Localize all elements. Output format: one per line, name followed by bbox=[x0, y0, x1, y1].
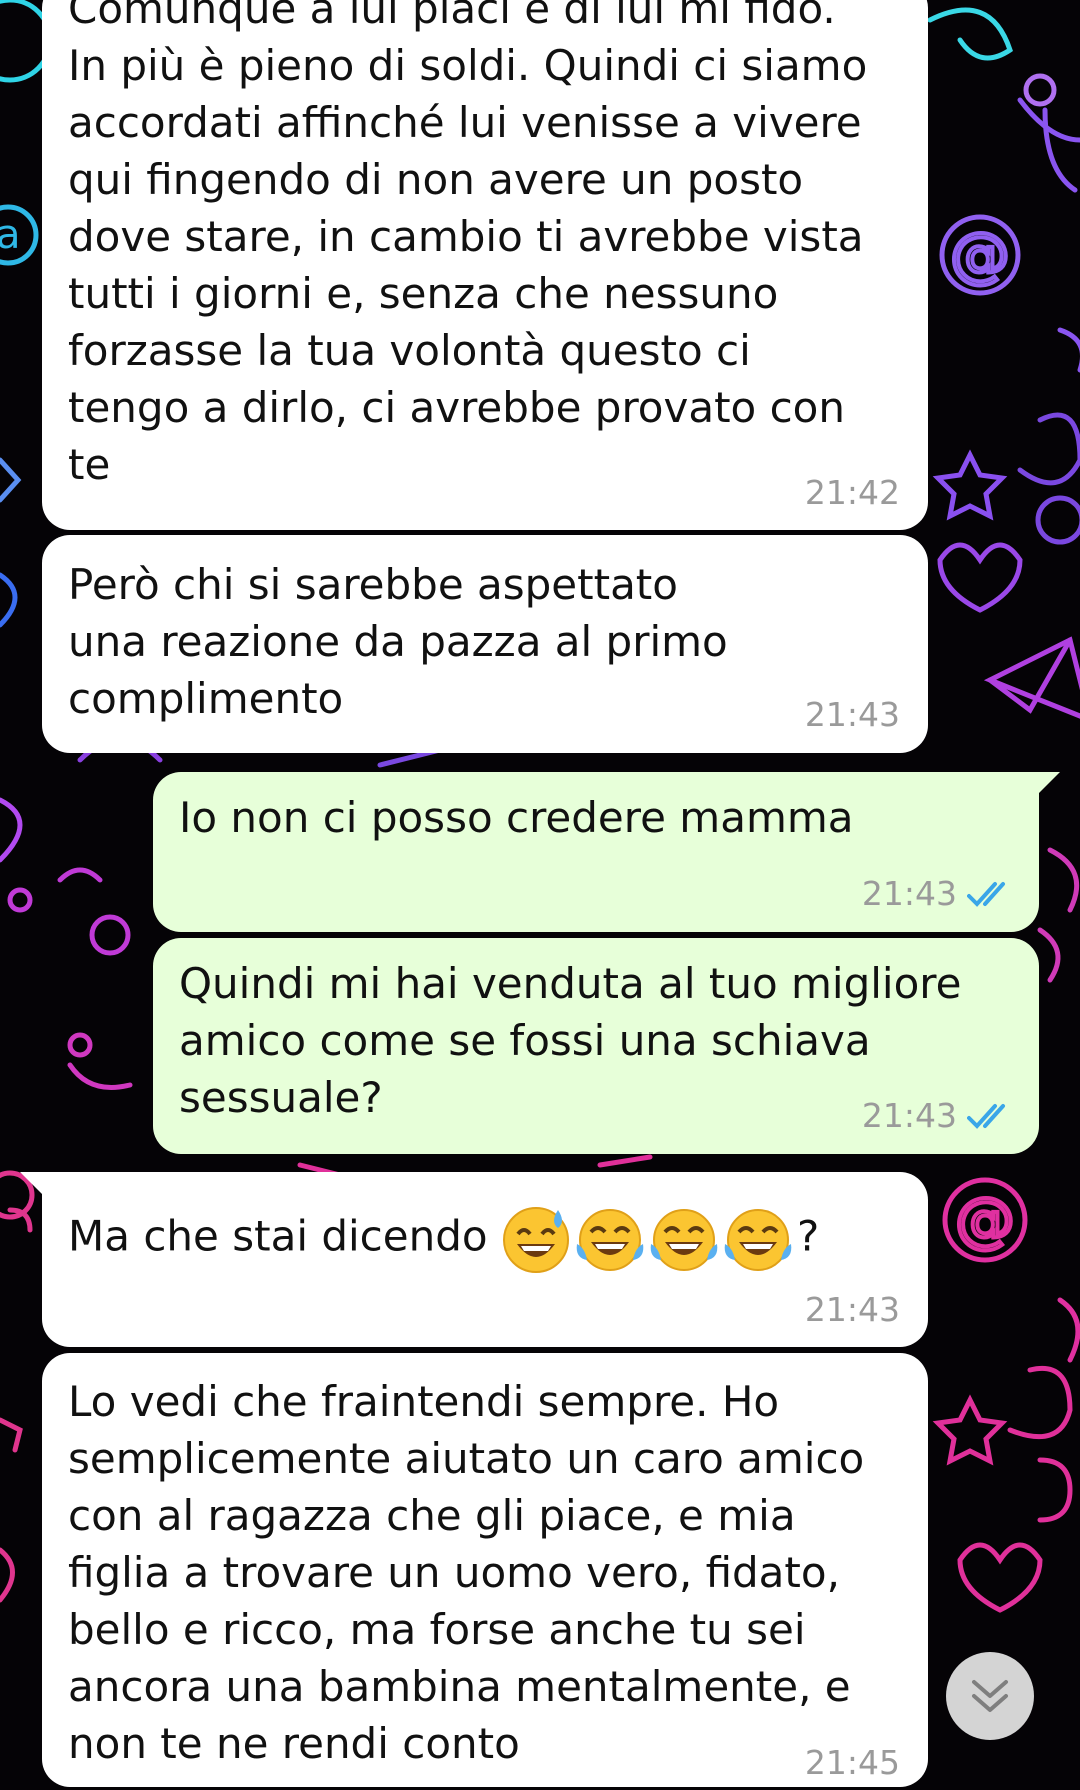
message-timestamp: 21:43 bbox=[804, 695, 900, 734]
message-timestamp: 21:45 bbox=[804, 1743, 900, 1782]
double-check-icon bbox=[967, 882, 1005, 907]
message-timestamp: 21:42 bbox=[804, 473, 900, 512]
message-text: Ma che stai dicendo bbox=[68, 1211, 488, 1261]
tears-of-joy-emoji bbox=[576, 1209, 644, 1271]
message-text: Però chi si sarebbe aspettato una reazio… bbox=[68, 560, 728, 723]
message-bubble-incoming[interactable]: Ma che stai dicendo ? 21:43 bbox=[42, 1172, 928, 1347]
double-chevron-down-icon bbox=[972, 1680, 1008, 1712]
message-text-row: Ma che stai dicendo ? bbox=[68, 1204, 902, 1274]
scroll-to-bottom-button[interactable] bbox=[946, 1652, 1034, 1740]
message-bubble-incoming[interactable]: Però chi si sarebbe aspettato una reazio… bbox=[42, 535, 928, 753]
tears-of-joy-emoji bbox=[650, 1209, 718, 1271]
message-text: Lo vedi che fraintendi sempre. Ho sempli… bbox=[68, 1377, 865, 1768]
message-bubble-outgoing[interactable]: Quindi mi hai venduta al tuo migliore am… bbox=[153, 938, 1039, 1154]
svg-text:a: a bbox=[0, 212, 21, 258]
message-bubble-incoming[interactable]: Comunque a lui piaci e di lui mi fido. I… bbox=[42, 0, 928, 530]
svg-text:@: @ bbox=[950, 220, 1010, 290]
tears-of-joy-emoji bbox=[724, 1209, 792, 1271]
message-bubble-outgoing[interactable]: Io non ci posso credere mamma 21:43 bbox=[153, 772, 1039, 932]
message-bubble-incoming[interactable]: Lo vedi che fraintendi sempre. Ho sempli… bbox=[42, 1353, 928, 1787]
message-text: Io non ci posso credere mamma bbox=[179, 793, 854, 842]
message-timestamp: 21:43 bbox=[861, 874, 957, 913]
message-timestamp: 21:43 bbox=[804, 1290, 900, 1329]
message-text-suffix: ? bbox=[796, 1211, 820, 1261]
bubble-tail bbox=[1030, 772, 1060, 802]
grinning-sweat-emoji bbox=[502, 1207, 569, 1273]
svg-text:@: @ bbox=[955, 1185, 1015, 1255]
message-timestamp: 21:43 bbox=[861, 1096, 957, 1135]
message-text: Comunque a lui piaci e di lui mi fido. I… bbox=[68, 0, 868, 489]
double-check-icon bbox=[967, 1104, 1005, 1129]
